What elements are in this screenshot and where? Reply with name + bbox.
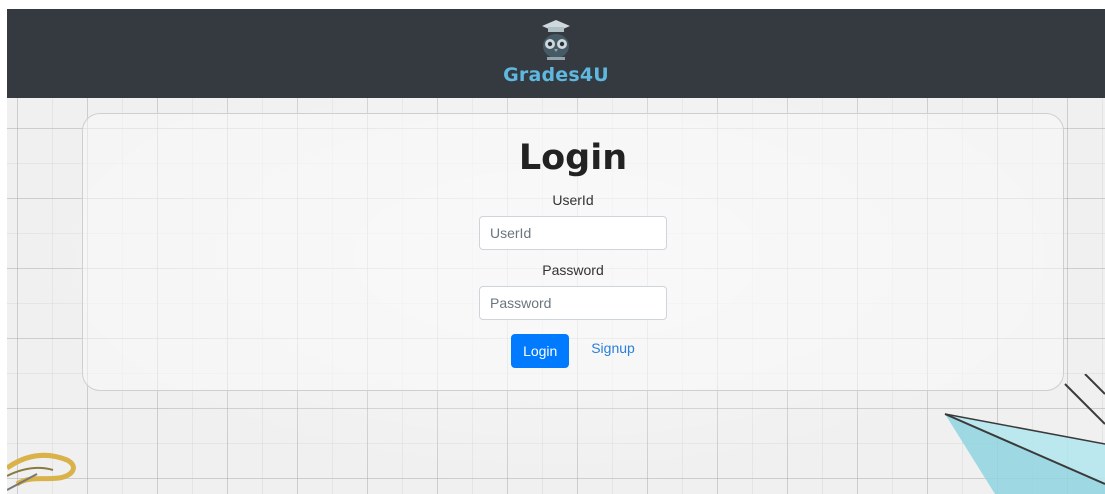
signup-link[interactable]: Signup bbox=[591, 340, 635, 356]
userid-input[interactable] bbox=[479, 216, 667, 250]
paper-plane-icon bbox=[944, 374, 1105, 494]
owl-graduate-icon bbox=[542, 20, 570, 60]
password-input[interactable] bbox=[479, 286, 667, 320]
userid-label: UserId bbox=[552, 192, 594, 208]
password-label: Password bbox=[542, 262, 604, 278]
paper-clip-icon bbox=[7, 452, 76, 491]
page: Grades4U Login UserId Password Login Sig… bbox=[0, 0, 1105, 494]
login-actions: Login Signup bbox=[511, 334, 635, 368]
login-button[interactable]: Login bbox=[511, 334, 570, 368]
header-bar: Grades4U bbox=[7, 9, 1105, 98]
login-card: Login UserId Password Login Signup bbox=[82, 113, 1064, 391]
brand-name[interactable]: Grades4U bbox=[503, 64, 609, 86]
login-title: Login bbox=[518, 138, 628, 178]
